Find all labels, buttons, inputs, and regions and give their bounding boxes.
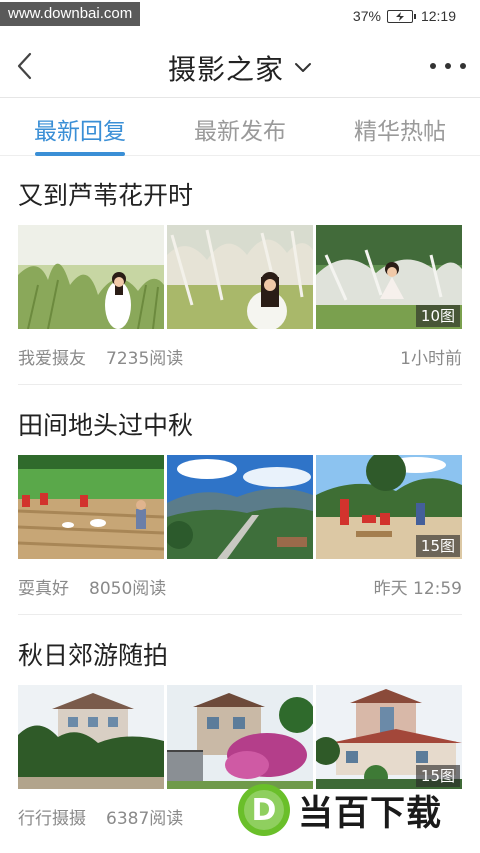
- post-thumbnail[interactable]: [18, 685, 164, 789]
- battery-charging-icon: [386, 9, 416, 23]
- post-time: 昨天 12:59: [373, 579, 462, 599]
- page-title: 摄影之家: [167, 53, 284, 86]
- active-tab-indicator: [35, 152, 125, 156]
- tab-featured[interactable]: 精华热帖: [320, 112, 480, 146]
- status-bar: www.downbai.com 37% 12:19: [0, 0, 480, 34]
- post-meta: 行行摄摄 6387阅读: [18, 804, 183, 829]
- post-read-count: 8050阅读: [89, 579, 167, 599]
- tab-bar: 最新回复 最新发布 精华热帖: [0, 98, 480, 156]
- post-author: 我爱摄友: [18, 349, 86, 369]
- post-image-strip[interactable]: 15图: [18, 455, 462, 559]
- logo-text: 当百下载: [298, 793, 443, 834]
- more-options-icon[interactable]: [430, 54, 466, 78]
- post-thumbnail[interactable]: [167, 685, 313, 789]
- post-meta: 我爱摄友 7235阅读: [18, 344, 183, 369]
- post-thumbnail[interactable]: [18, 225, 164, 329]
- post-thumbnail[interactable]: 10图: [316, 225, 462, 329]
- post-read-count: 7235阅读: [106, 349, 184, 369]
- post-thumbnail[interactable]: 15图: [316, 685, 462, 789]
- watermark-text: www.downbai.com: [0, 2, 141, 26]
- post-author: 行行摄摄: [18, 809, 86, 829]
- post-thumbnail[interactable]: [167, 455, 313, 559]
- post-title[interactable]: 田间地头过中秋: [18, 406, 193, 442]
- forum-title-dropdown[interactable]: 摄影之家: [0, 48, 480, 88]
- tab-latest-reply[interactable]: 最新回复: [0, 112, 160, 146]
- post-time: 1小时前: [400, 349, 462, 369]
- status-indicators: 37% 12:19: [353, 8, 456, 24]
- app-header: 摄影之家: [0, 34, 480, 98]
- post-meta: 耍真好 8050阅读: [18, 574, 166, 599]
- image-count-badge: 10图: [415, 305, 460, 327]
- battery-percent: 37%: [352, 8, 381, 24]
- post-thumbnail[interactable]: [18, 455, 164, 559]
- post-image-strip[interactable]: 10图: [18, 225, 462, 329]
- tab-latest-post[interactable]: 最新发布: [160, 112, 320, 146]
- site-logo-watermark: D 当百下载: [236, 780, 480, 840]
- logo-letter: D: [252, 793, 277, 828]
- divider: [18, 614, 462, 615]
- divider: [18, 384, 462, 385]
- post-author: 耍真好: [18, 579, 69, 599]
- image-count-badge: 15图: [415, 535, 460, 557]
- post-title[interactable]: 又到芦苇花开时: [18, 176, 193, 212]
- clock: 12:19: [420, 8, 456, 24]
- post-title[interactable]: 秋日郊游随拍: [18, 636, 168, 672]
- post-thumbnail[interactable]: 15图: [316, 455, 462, 559]
- post-read-count: 6387阅读: [106, 809, 184, 829]
- post-image-strip[interactable]: 15图: [18, 685, 462, 789]
- post-thumbnail[interactable]: [167, 225, 313, 329]
- logo-mark-icon: D: [238, 784, 290, 836]
- chevron-down-icon: [294, 59, 312, 77]
